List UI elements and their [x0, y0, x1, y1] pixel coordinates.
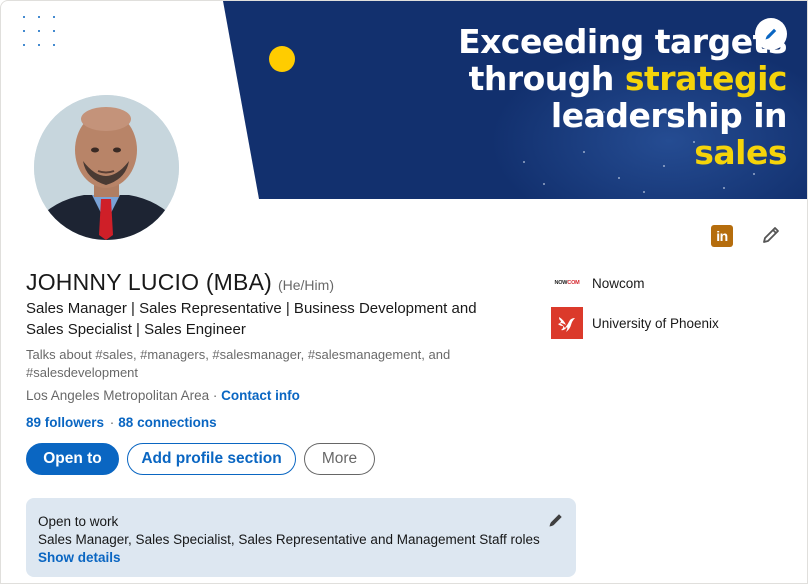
location-separator: · — [209, 388, 222, 403]
company-name: Nowcom — [592, 275, 645, 291]
pronouns: (He/Him) — [277, 277, 334, 293]
show-details-link[interactable]: Show details — [38, 549, 564, 567]
edit-open-to-work-button[interactable] — [545, 509, 567, 531]
more-button[interactable]: More — [304, 443, 375, 475]
edit-banner-button[interactable] — [755, 18, 787, 50]
add-profile-section-button[interactable]: Add profile section — [127, 443, 296, 475]
banner-line-3: leadership in — [550, 96, 788, 135]
banner-line-2: through — [468, 59, 625, 98]
network-separator: · — [109, 415, 115, 430]
school-name: University of Phoenix — [592, 315, 719, 331]
linkedin-premium-badge[interactable]: in — [711, 225, 733, 247]
edit-intro-button[interactable] — [759, 223, 783, 247]
background-banner: Exceeding targets through strategic lead… — [223, 1, 807, 199]
experience-nowcom[interactable]: NOW COM Nowcom — [551, 271, 645, 295]
banner-highlight-strategic: strategic — [624, 59, 788, 98]
followers-link[interactable]: 89 followers — [26, 415, 104, 430]
banner-highlight-sales: sales — [694, 133, 787, 172]
profile-actions: Open to Add profile section More — [26, 443, 375, 475]
pencil-icon — [763, 227, 779, 243]
pencil-icon — [549, 514, 562, 527]
nowcom-logo: NOW COM — [554, 280, 580, 286]
profile-headline: Sales Manager | Sales Representative | B… — [26, 300, 477, 338]
phoenix-bird-icon — [558, 317, 575, 332]
contact-info-link[interactable]: Contact info — [221, 388, 300, 403]
profile-card: Exceeding targets through strategic lead… — [0, 0, 808, 584]
education-university-of-phoenix[interactable]: University of Phoenix — [551, 307, 719, 339]
connections-link[interactable]: 88 connections — [118, 415, 216, 430]
open-to-work-card[interactable]: Open to work Sales Manager, Sales Specia… — [26, 498, 576, 577]
pencil-icon — [765, 28, 777, 40]
phoenix-logo — [551, 307, 583, 339]
banner-line-1: Exceeding targets — [458, 22, 787, 61]
profile-name: JOHNNY LUCIO (MBA) — [26, 269, 272, 295]
open-to-work-title: Open to work — [38, 514, 119, 529]
open-to-button[interactable]: Open to — [26, 443, 119, 475]
yellow-circle-decoration — [269, 46, 295, 72]
talks-about: Talks about #sales, #managers, #salesman… — [26, 347, 451, 380]
banner-slogan: Exceeding targets through strategic lead… — [458, 23, 787, 171]
profile-location: Los Angeles Metropolitan Area — [26, 388, 210, 403]
profile-photo[interactable] — [30, 91, 183, 244]
person-portrait-icon — [34, 95, 179, 240]
decorative-dot-grid — [23, 16, 57, 48]
open-to-work-roles: Sales Manager, Sales Specialist, Sales R… — [38, 532, 540, 547]
